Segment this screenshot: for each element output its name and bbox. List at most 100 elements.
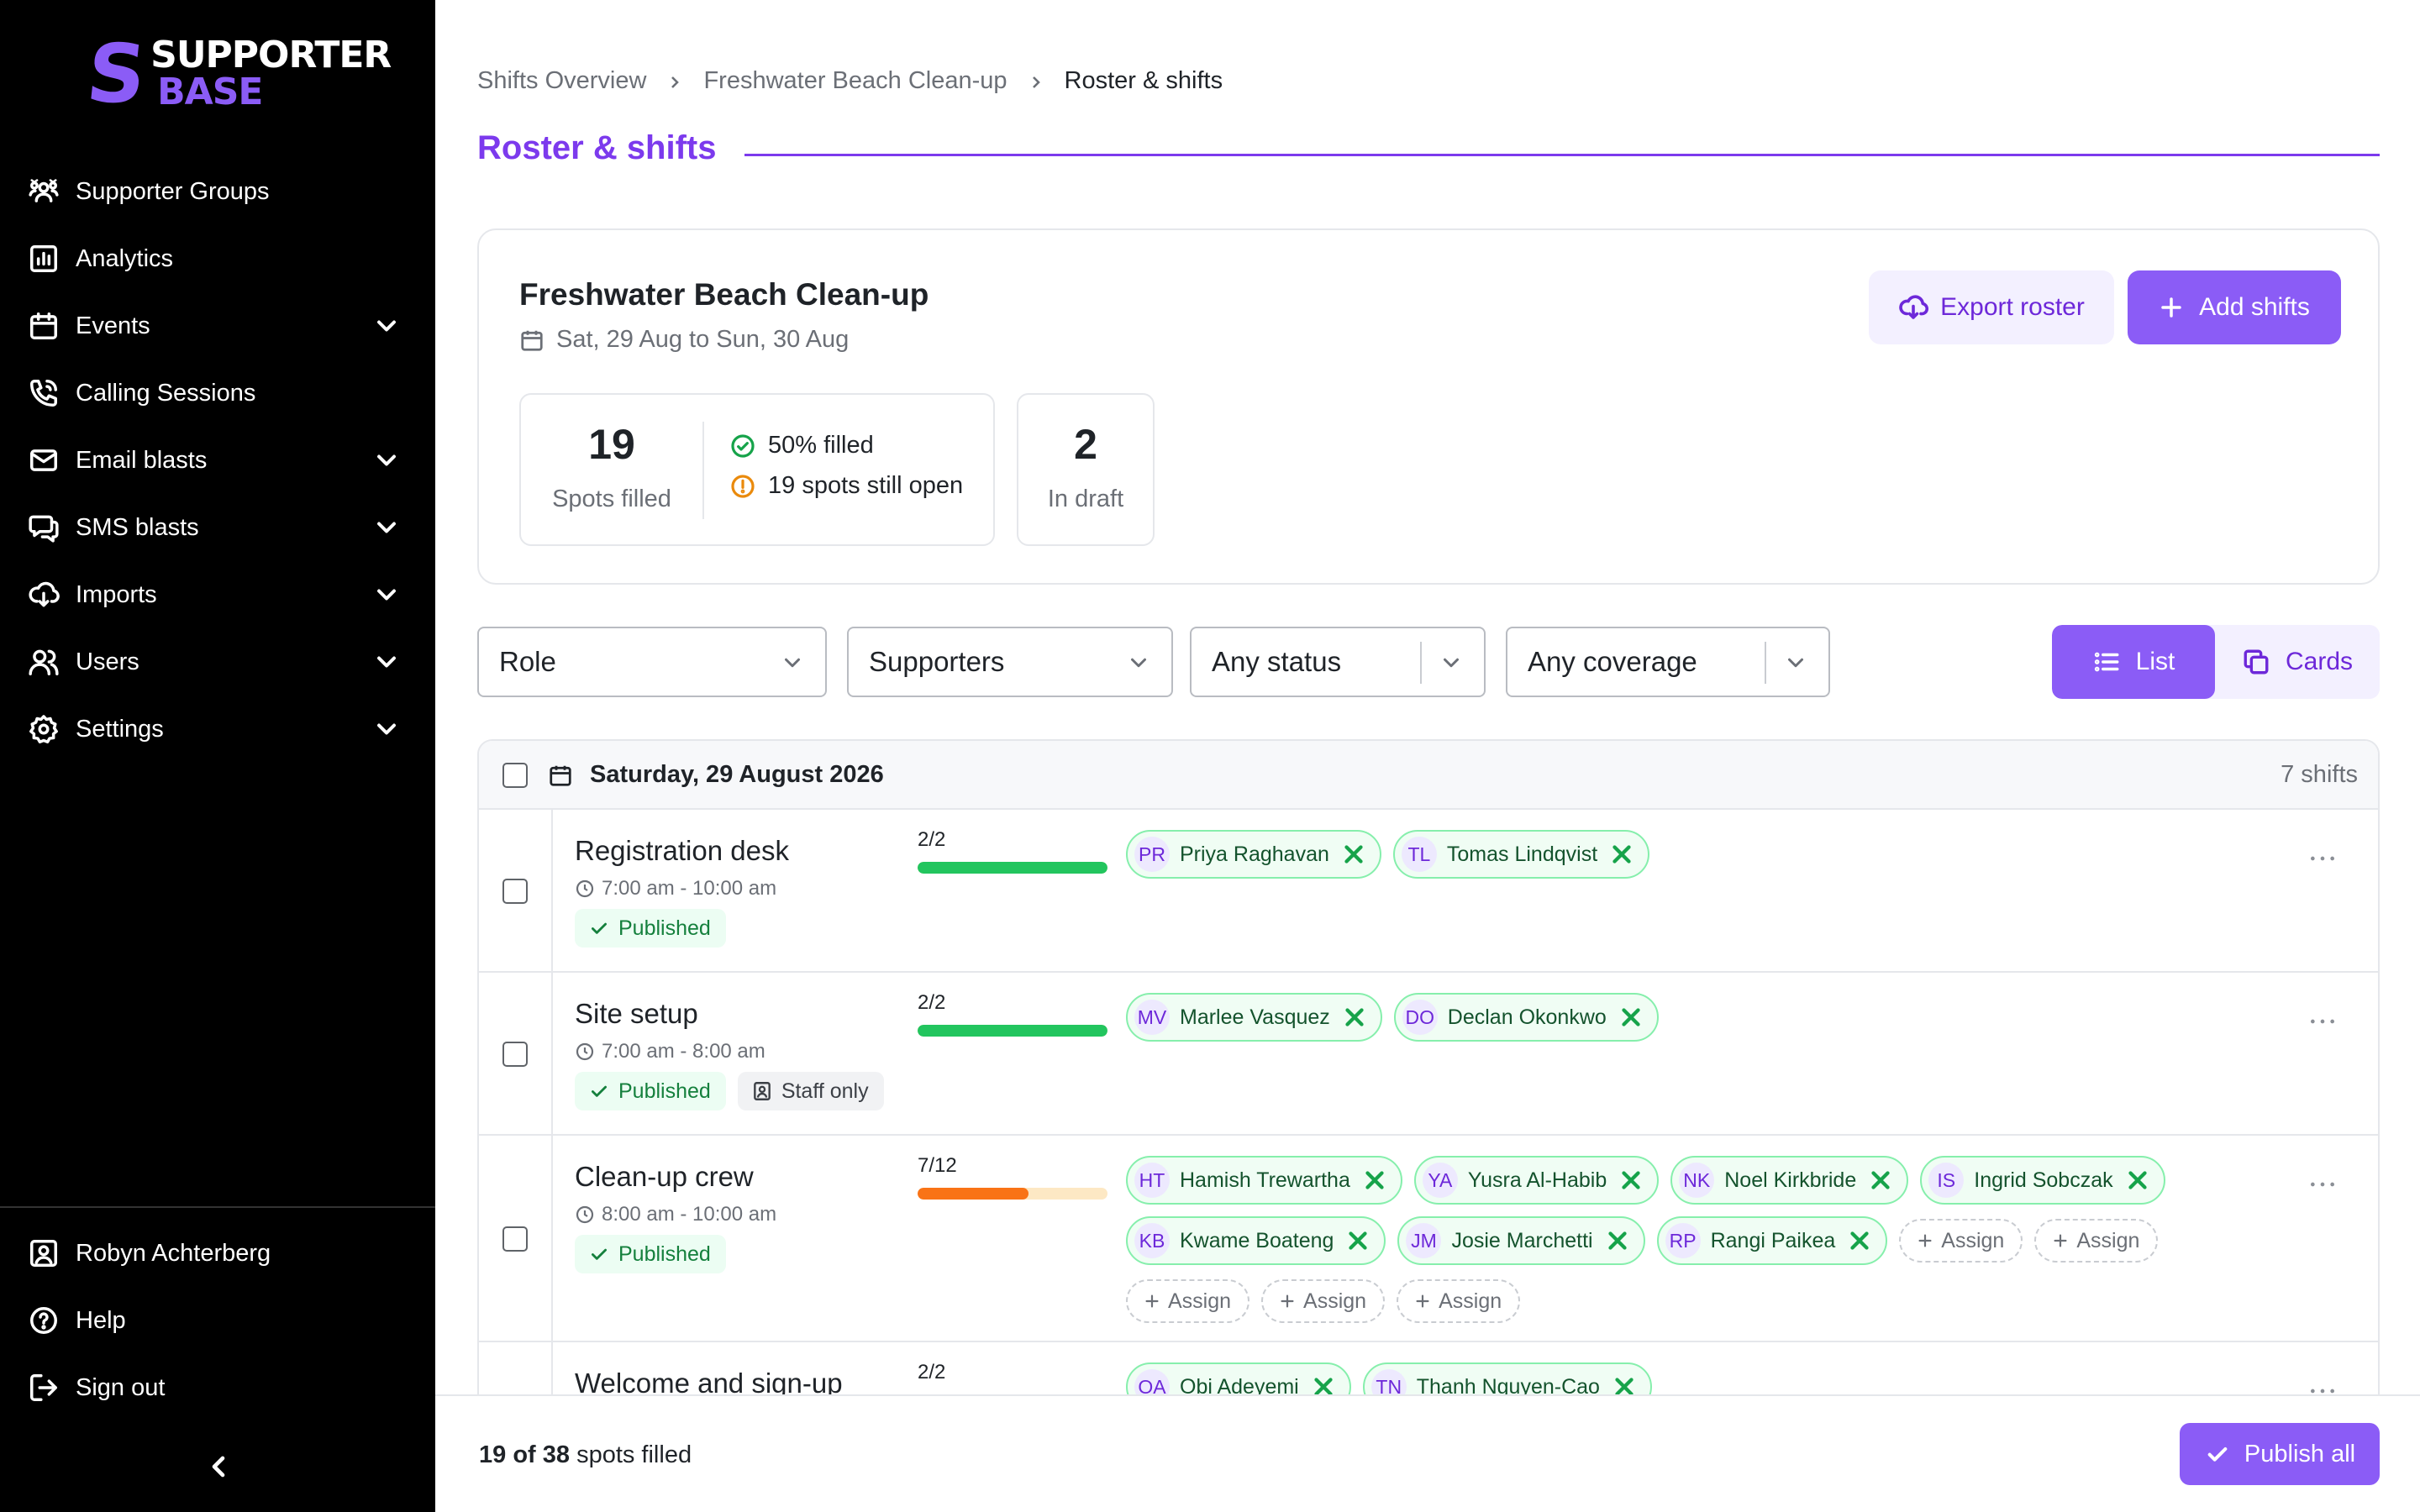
supporter-chip: TL Tomas Lindqvist [1392, 830, 1650, 879]
chevron-right-icon [1026, 71, 1046, 92]
assign-slot-button[interactable]: Assign [2034, 1219, 2159, 1263]
remove-x-icon[interactable] [1607, 840, 1636, 869]
cards-view-button[interactable]: Cards [2215, 625, 2380, 699]
nav-item-users[interactable]: Users [0, 628, 435, 696]
list-view-button[interactable]: List [2052, 625, 2215, 699]
assign-label: Assign [2076, 1228, 2140, 1252]
chevron-down-icon[interactable] [371, 580, 402, 610]
assign-label: Assign [1303, 1289, 1367, 1313]
nav-label: Supporter Groups [76, 177, 270, 205]
shift-time-text: 7:00 am - 10:00 am [602, 877, 777, 900]
supporter-name: Kwame Boateng [1180, 1228, 1334, 1252]
calendar-icon [521, 330, 543, 351]
coverage-ratio: 2/2 [918, 1361, 946, 1383]
nav-item-analytics[interactable]: Analytics [0, 225, 435, 292]
supporter-chip: HT Hamish Trewartha [1126, 1156, 1402, 1205]
in-draft-label: In draft [1047, 486, 1124, 512]
remove-x-icon[interactable] [1603, 1226, 1632, 1255]
nav-item-email-blasts[interactable]: Email blasts [0, 427, 435, 494]
coverage-bar [918, 1188, 1107, 1200]
shift-name[interactable]: Site setup [575, 998, 698, 1030]
supporter-chip: YA Yusra Al-Habib [1413, 1156, 1660, 1205]
status-badge-label: Published [618, 1242, 711, 1266]
roster-footer: 19 of 38 spots filled Publish all [435, 1394, 2420, 1512]
supporter-chip: DO Declan Okonkwo [1393, 993, 1659, 1042]
collapse-sidebar-icon[interactable] [202, 1450, 235, 1483]
avatar: NK [1679, 1163, 1715, 1198]
status-filter[interactable]: Any status [1190, 627, 1486, 697]
coverage-filter[interactable]: Any coverage [1506, 627, 1830, 697]
shift-time-text: 7:00 am - 8:00 am [602, 1040, 765, 1063]
remove-x-icon[interactable] [1340, 1003, 1369, 1032]
select-shift-checkbox[interactable] [502, 879, 528, 904]
nav-label: Settings [76, 715, 164, 743]
more-options-icon[interactable] [2306, 1005, 2339, 1038]
chevron-down-icon[interactable] [371, 445, 402, 475]
nav-item-profile[interactable]: Robyn Achterberg [0, 1220, 435, 1287]
chevron-down-icon[interactable] [371, 311, 402, 341]
spots-open-text: 19 spots still open [768, 472, 964, 499]
remove-x-icon[interactable] [1617, 1003, 1645, 1032]
breadcrumb-shifts-overview[interactable]: Shifts Overview [477, 67, 646, 95]
shift-name[interactable]: Registration desk [575, 835, 789, 867]
shift-name[interactable]: Clean-up crew [575, 1161, 754, 1193]
assign-slot-button[interactable]: Assign [1126, 1279, 1250, 1323]
breadcrumb-event[interactable]: Freshwater Beach Clean-up [703, 67, 1007, 95]
check-icon [2207, 1447, 2228, 1462]
remove-x-icon[interactable] [2123, 1166, 2152, 1194]
brand-logo[interactable]: S SUPPORTER BASE [82, 27, 392, 121]
calendar-icon [27, 309, 60, 343]
select-shift-checkbox[interactable] [502, 1226, 528, 1252]
nav-item-settings[interactable]: Settings [0, 696, 435, 763]
remove-x-icon[interactable] [1339, 840, 1368, 869]
nav-item-events[interactable]: Events [0, 292, 435, 360]
chevron-down-icon[interactable] [371, 512, 402, 543]
chevron-down-icon[interactable] [371, 714, 402, 744]
select-shift-checkbox[interactable] [502, 1042, 528, 1067]
publish-all-button[interactable]: Publish all [2180, 1423, 2380, 1485]
avatar: MV [1134, 1000, 1170, 1035]
nav-item-calling-sessions[interactable]: Calling Sessions [0, 360, 435, 427]
supporter-name: Yusra Al-Habib [1467, 1168, 1607, 1192]
supporter-chip: NK Noel Kirkbride [1670, 1156, 1909, 1205]
assign-slot-button[interactable]: Assign [1397, 1279, 1521, 1323]
remove-x-icon[interactable] [1866, 1166, 1895, 1194]
export-roster-button[interactable]: Export roster [1869, 270, 2114, 344]
supporters-filter[interactable]: Supporters [847, 627, 1173, 697]
footer-filled-count: 19 of 38 [479, 1441, 570, 1468]
role-filter[interactable]: Role [477, 627, 827, 697]
spots-filled-stat: 19 Spots filled 50% filled 19 spots stil… [519, 393, 995, 546]
assign-slot-button[interactable]: Assign [1899, 1219, 2023, 1263]
avatar: TL [1401, 837, 1437, 872]
status-badge-label: Published [618, 1079, 711, 1103]
nav-item-sign-out[interactable]: Sign out [0, 1354, 435, 1421]
supporter-name: Declan Okonkwo [1447, 1005, 1607, 1029]
footer-summary: 19 of 38 spots filled [479, 1441, 692, 1469]
nav-label: Imports [76, 580, 157, 608]
shift-time: 7:00 am - 8:00 am [575, 1040, 765, 1063]
coverage-bar-fill [918, 862, 1107, 874]
event-dates-text: Sat, 29 Aug to Sun, 30 Aug [556, 326, 850, 353]
select-separator [1765, 642, 1766, 684]
nav-item-imports[interactable]: Imports [0, 561, 435, 628]
nav-item-supporter-groups[interactable]: Supporter Groups [0, 158, 435, 225]
list-view-label: List [2135, 648, 2175, 675]
chevron-down-icon[interactable] [371, 647, 402, 677]
supporter-name: Rangi Paikea [1710, 1228, 1836, 1252]
nav-item-help[interactable]: Help [0, 1287, 435, 1354]
people-icon [27, 175, 60, 208]
remove-x-icon[interactable] [1344, 1226, 1372, 1255]
add-shifts-button[interactable]: Add shifts [2128, 270, 2341, 344]
chevron-down-icon [1126, 650, 1151, 675]
logo-line-1: SUPPORTER [150, 34, 392, 76]
more-options-icon[interactable] [2306, 1168, 2339, 1201]
assign-slot-button[interactable]: Assign [1261, 1279, 1386, 1323]
staff-only-badge: Staff only [737, 1072, 884, 1110]
remove-x-icon[interactable] [1617, 1166, 1645, 1194]
select-day-checkbox[interactable] [502, 763, 528, 788]
remove-x-icon[interactable] [1845, 1226, 1874, 1255]
remove-x-icon[interactable] [1360, 1166, 1389, 1194]
check-circle-icon [731, 433, 755, 458]
nav-item-sms-blasts[interactable]: SMS blasts [0, 494, 435, 561]
more-options-icon[interactable] [2306, 842, 2339, 875]
